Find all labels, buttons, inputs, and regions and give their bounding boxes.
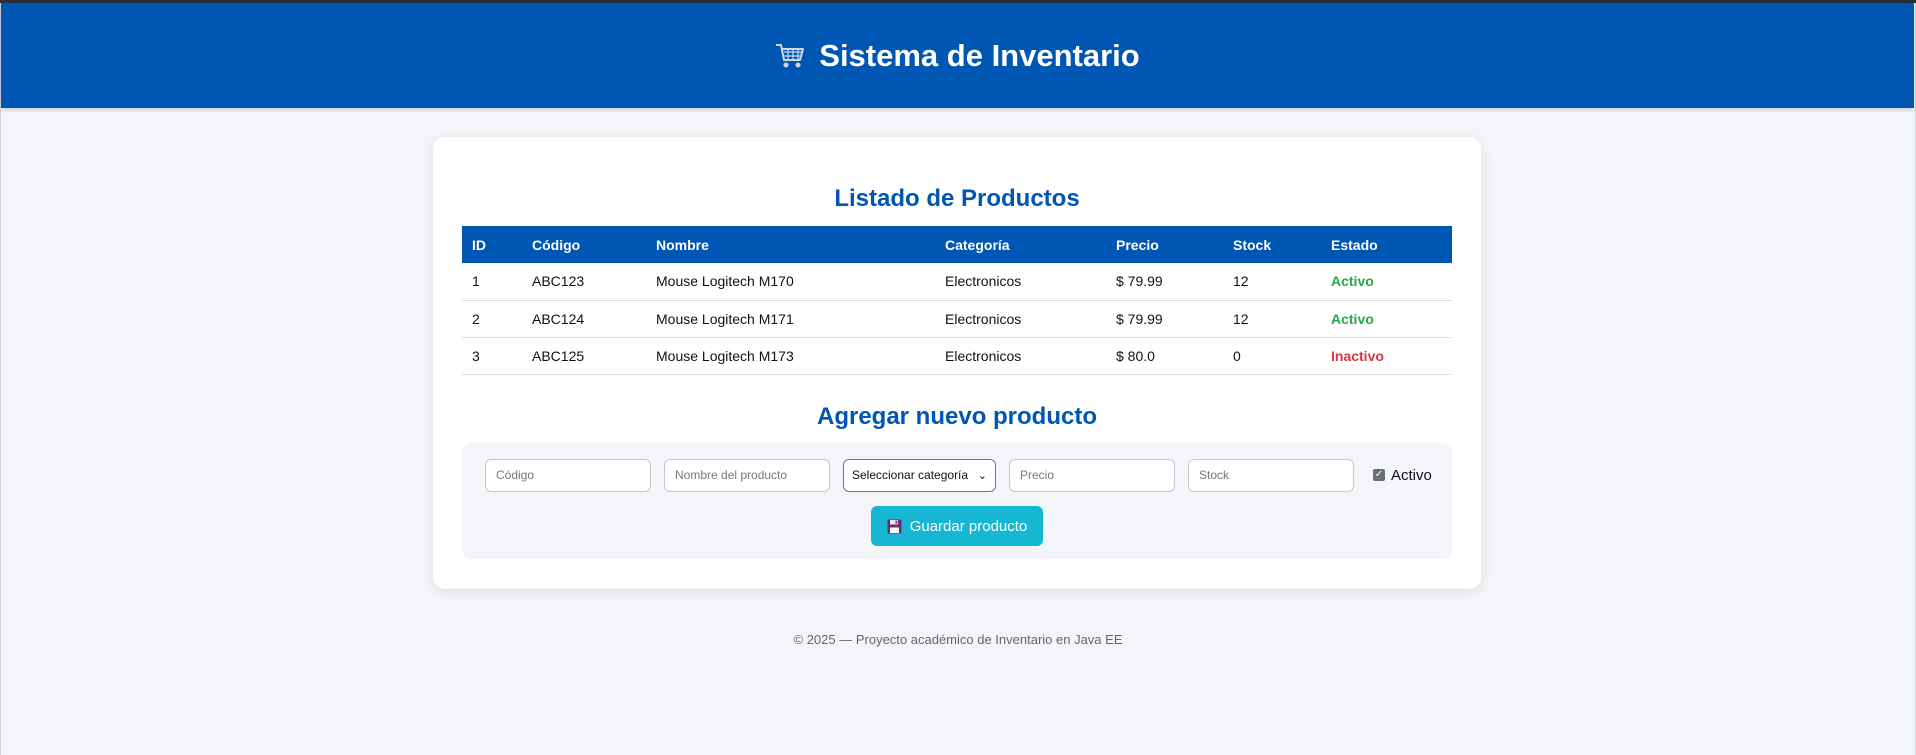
status-badge: Activo [1331,310,1374,327]
add-product-title: Agregar nuevo producto [816,403,1098,430]
table-row: 3 ABC125 Mouse Logitech M173 Electronico… [462,337,1452,374]
cell-categoria: Electronicos [945,347,1022,364]
activo-checkbox[interactable]: ✓ [1373,469,1385,481]
products-list-title: Listado de Productos [834,185,1080,212]
cell-precio: $ 79.99 [1116,273,1163,290]
table-header-row: ID Código Nombre Categoría Precio Stock … [462,226,1452,263]
column-header-id: ID [472,236,486,253]
cell-codigo: ABC124 [532,310,585,327]
column-header-codigo: Código [532,236,581,253]
cell-codigo: ABC125 [532,347,585,364]
save-button-label: Guardar producto [909,517,1028,535]
cell-nombre: Mouse Logitech M173 [656,347,794,364]
cell-id: 1 [472,273,480,290]
chevron-down-icon: ⌄ [977,469,987,482]
app-header: Sistema de Inventario [1,3,1914,108]
cell-precio: $ 79.99 [1116,310,1163,327]
cell-nombre: Mouse Logitech M170 [656,273,794,290]
column-header-precio: Precio [1116,236,1159,253]
nombre-input[interactable] [664,458,830,492]
activo-checkbox-wrapper[interactable]: ✓ Activo [1373,467,1432,484]
main-card: Listado de Productos ID Código Nombre Ca… [433,137,1481,589]
activo-label: Activo [1391,466,1432,484]
categoria-select[interactable]: Seleccionar categoría ⌄ [843,458,996,492]
shopping-cart-icon [776,43,805,67]
save-product-button[interactable]: Guardar producto [871,506,1043,546]
footer-text: © 2025 — Proyecto académico de Inventari… [793,632,1123,647]
cell-id: 3 [472,347,480,364]
products-table: ID Código Nombre Categoría Precio Stock … [462,226,1452,375]
column-header-stock: Stock [1233,236,1272,253]
status-badge: Activo [1331,273,1374,290]
app-title: Sistema de Inventario [819,37,1140,73]
cell-stock: 12 [1233,273,1249,290]
column-header-nombre: Nombre [656,236,709,253]
form-fields-row: Seleccionar categoría ⌄ ✓ Activo [485,458,1435,492]
codigo-input[interactable] [485,458,651,492]
categoria-select-value: Seleccionar categoría [852,468,969,482]
column-header-estado: Estado [1331,236,1378,253]
stock-input[interactable] [1188,458,1354,492]
cell-categoria: Electronicos [945,310,1022,327]
table-row: 2 ABC124 Mouse Logitech M171 Electronico… [462,300,1452,337]
cell-categoria: Electronicos [945,273,1022,290]
cell-id: 2 [472,310,480,327]
floppy-disk-icon [887,519,902,533]
add-product-form: Seleccionar categoría ⌄ ✓ Activo Guardar… [462,443,1452,559]
cell-stock: 0 [1233,347,1241,364]
cell-stock: 12 [1233,310,1249,327]
status-badge: Inactivo [1331,347,1384,364]
precio-input[interactable] [1009,458,1175,492]
table-row: 1 ABC123 Mouse Logitech M170 Electronico… [462,263,1452,300]
cell-codigo: ABC123 [532,273,585,290]
column-header-categoria: Categoría [945,236,1010,253]
cell-nombre: Mouse Logitech M171 [656,310,794,327]
cell-precio: $ 80.0 [1116,347,1155,364]
